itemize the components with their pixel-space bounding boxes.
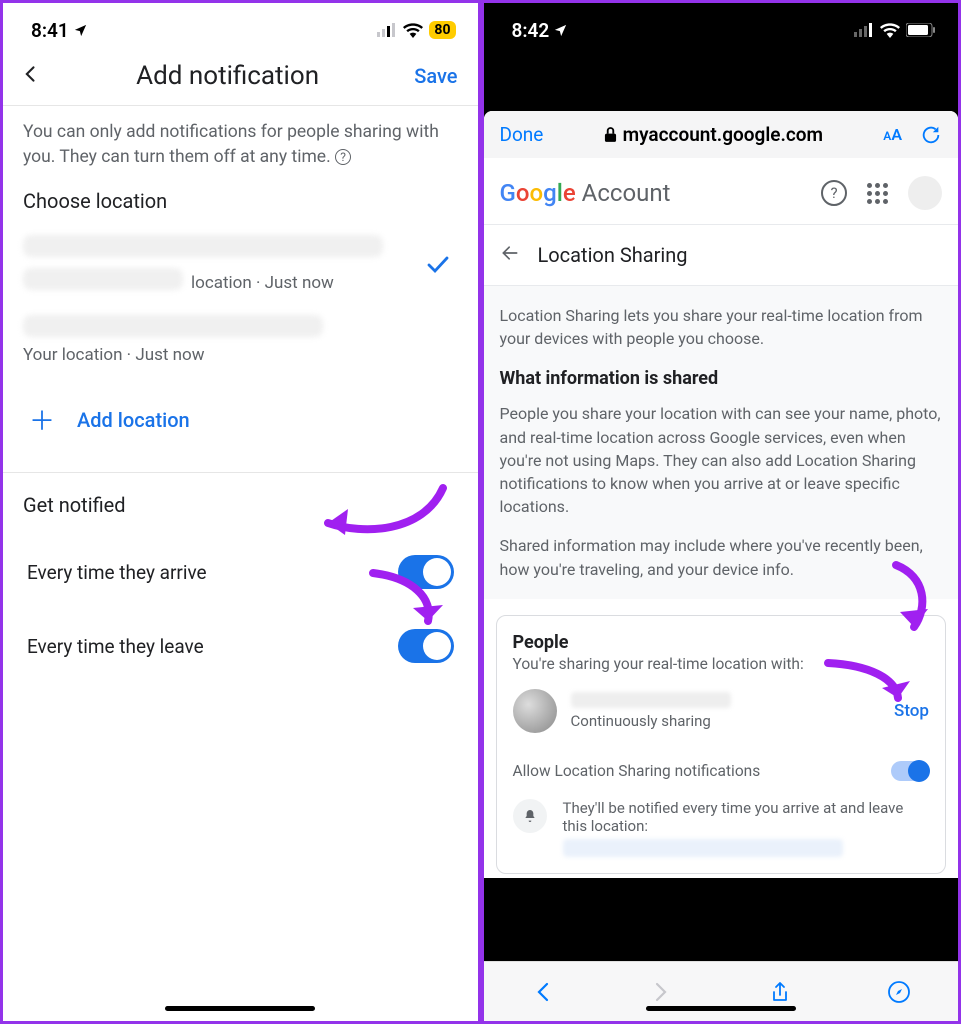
allow-notifications-row: Allow Location Sharing notifications <box>513 761 930 781</box>
text-size-button[interactable]: AAAA <box>883 125 902 144</box>
google-account-header: Google Account ? <box>484 158 959 224</box>
notify-arrive-toggle[interactable] <box>398 555 454 589</box>
phone-right: 8:42 Done myaccount.google.com AAAA Goog… <box>481 0 961 1024</box>
notif-detail-text: They'll be notified every time you arriv… <box>563 799 904 835</box>
battery-badge: 80 <box>429 21 455 39</box>
back-arrow-button[interactable] <box>500 243 520 267</box>
wifi-icon <box>403 23 423 38</box>
url-display[interactable]: myaccount.google.com <box>604 123 823 146</box>
location-subtext: location · Just now <box>191 273 334 293</box>
notification-detail: They'll be notified every time you arriv… <box>513 799 930 857</box>
location-arrow-icon <box>553 23 568 38</box>
safari-compass-icon[interactable] <box>887 980 911 1004</box>
notify-leave-toggle[interactable] <box>398 629 454 663</box>
redacted-label <box>23 268 183 290</box>
save-button[interactable]: Save <box>414 64 457 88</box>
person-row: Continuously sharing Stop <box>513 689 930 733</box>
people-heading: People <box>513 632 930 653</box>
people-card: People You're sharing your real-time loc… <box>496 615 947 874</box>
help-icon[interactable]: ? <box>335 149 351 165</box>
reload-icon[interactable] <box>920 124 942 146</box>
apps-icon[interactable] <box>867 183 888 204</box>
help-icon[interactable]: ? <box>821 180 847 206</box>
what-shared-body: People you share your location with can … <box>500 402 943 518</box>
back-button[interactable] <box>21 64 41 88</box>
intro-text: Location Sharing lets you share your rea… <box>500 304 943 350</box>
url-text: myaccount.google.com <box>623 123 823 146</box>
status-bar: 8:41 80 <box>3 3 478 51</box>
add-location-button[interactable]: ＋ Add location <box>23 383 458 458</box>
help-text-content: You can only add notifications for peopl… <box>23 122 439 167</box>
bell-icon <box>513 799 547 833</box>
share-icon[interactable] <box>768 980 792 1004</box>
page-title: Location Sharing <box>538 243 688 267</box>
notify-leave-label: Every time they leave <box>27 635 204 658</box>
google-account-logo: Google Account <box>500 179 671 207</box>
notify-arrive-label: Every time they arrive <box>27 561 207 584</box>
status-time: 8:41 <box>31 19 69 42</box>
nav-bar: Add notification Save <box>3 51 478 105</box>
checkmark-icon <box>426 255 450 279</box>
safari-content: Done myaccount.google.com AAAA Google Ac… <box>484 111 959 878</box>
redacted-person-name <box>571 692 731 708</box>
browser-forward-icon <box>649 980 673 1004</box>
add-location-label: Add location <box>77 408 190 432</box>
help-text: You can only add notifications for peopl… <box>23 120 458 169</box>
notify-leave-row: Every time they leave <box>23 609 458 683</box>
person-avatar[interactable] <box>513 689 557 733</box>
location-arrow-icon <box>73 23 88 38</box>
status-bar: 8:42 <box>484 3 959 51</box>
redacted-name <box>23 315 323 337</box>
notify-arrive-row: Every time they arrive <box>23 535 458 609</box>
avatar[interactable] <box>908 176 942 210</box>
cellular-icon <box>854 23 874 37</box>
browser-back-icon[interactable] <box>531 980 555 1004</box>
redacted-location <box>563 839 843 857</box>
location-option-1[interactable]: location · Just now <box>23 231 458 311</box>
stop-button[interactable]: Stop <box>894 701 929 721</box>
info-section: Location Sharing lets you share your rea… <box>484 286 959 599</box>
allow-label: Allow Location Sharing notifications <box>513 762 761 780</box>
lock-icon <box>604 127 617 142</box>
location-option-2[interactable]: Your location · Just now <box>23 311 458 383</box>
safari-url-bar: Done myaccount.google.com AAAA <box>484 111 959 158</box>
battery-icon <box>906 23 936 37</box>
page-title: Add notification <box>41 61 414 91</box>
shared-info-text: Shared information may include where you… <box>500 534 943 580</box>
people-sub: You're sharing your real-time location w… <box>513 655 930 673</box>
home-indicator[interactable] <box>165 1006 315 1011</box>
plus-icon: ＋ <box>29 401 55 438</box>
person-status: Continuously sharing <box>571 712 731 730</box>
location-subtext: Your location · Just now <box>23 345 458 365</box>
redacted-name <box>23 235 383 257</box>
safari-bottom-bar <box>484 961 959 1021</box>
status-time: 8:42 <box>512 19 550 42</box>
allow-notifications-toggle[interactable] <box>891 761 929 781</box>
get-notified-heading: Get notified <box>23 493 458 517</box>
done-button[interactable]: Done <box>500 123 544 146</box>
choose-location-heading: Choose location <box>23 189 458 213</box>
wifi-icon <box>880 23 900 38</box>
page-title-row: Location Sharing <box>484 225 959 285</box>
home-indicator[interactable] <box>646 1006 796 1011</box>
phone-left: 8:41 80 Add notification Save You can on… <box>0 0 481 1024</box>
cellular-icon <box>377 23 397 37</box>
what-shared-heading: What information is shared <box>500 366 943 392</box>
